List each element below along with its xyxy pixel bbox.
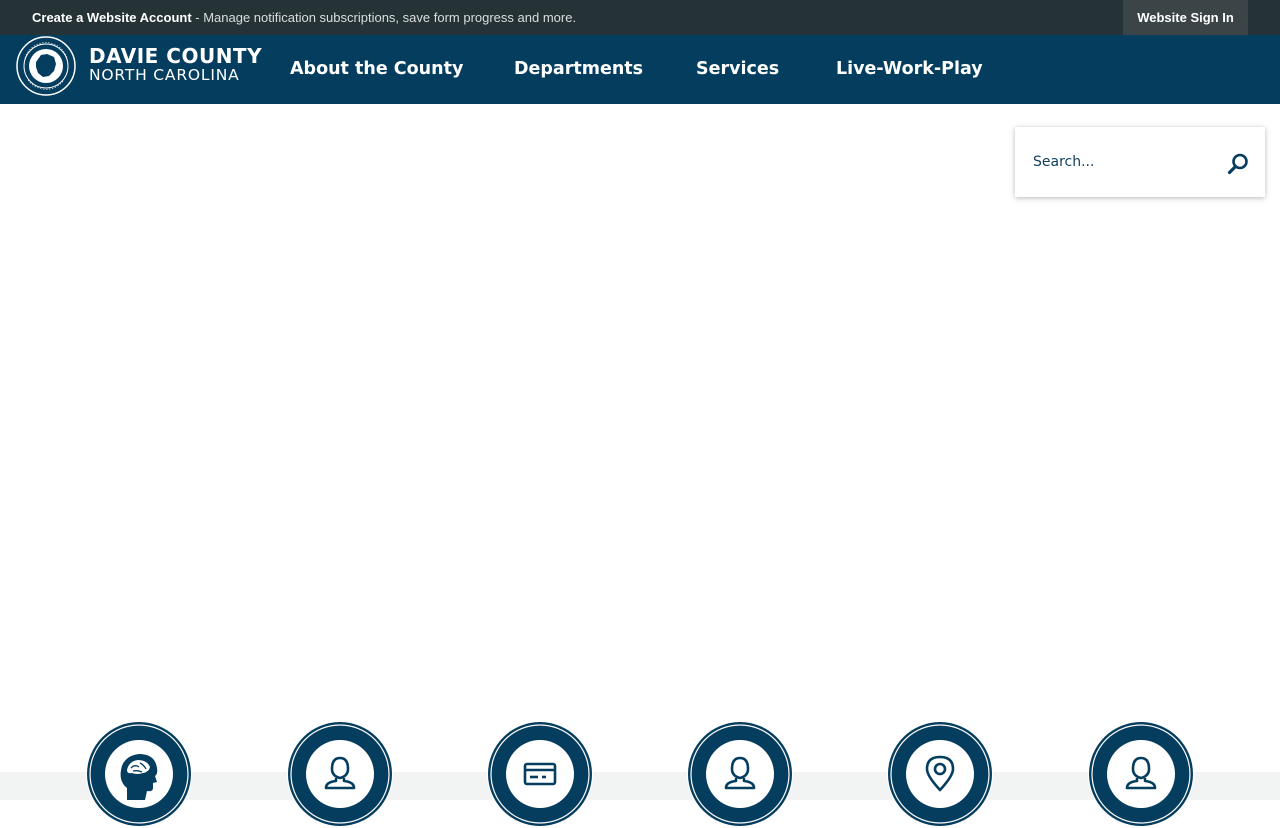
quick-link-person-1[interactable] (286, 720, 394, 828)
nav-item-about-the-county[interactable]: About the County (290, 35, 463, 104)
website-sign-in-button[interactable]: Website Sign In (1123, 0, 1248, 35)
quick-link-location[interactable] (886, 720, 994, 828)
nav-item-departments[interactable]: Departments (514, 35, 643, 104)
brand-name: DAVIE COUNTY (89, 44, 263, 68)
search-box (1015, 127, 1265, 197)
account-notice: Create a Website Account - Manage notifi… (32, 0, 576, 35)
county-seal-logo[interactable] (16, 36, 76, 96)
create-account-link[interactable]: Create a Website Account (32, 10, 192, 25)
quick-link-brain-head[interactable] (85, 720, 193, 828)
site-header: DAVIE COUNTY NORTH CAROLINA About the Co… (0, 35, 1280, 104)
quick-link-payment[interactable] (486, 720, 594, 828)
top-utility-bar: Create a Website Account - Manage notifi… (0, 0, 1280, 35)
nav-item-live-work-play[interactable]: Live-Work-Play (836, 35, 983, 104)
site-brand-link[interactable]: DAVIE COUNTY NORTH CAROLINA (89, 45, 262, 84)
search-input[interactable] (1033, 150, 1213, 174)
brand-state: NORTH CAROLINA (89, 66, 240, 84)
quick-link-person-2[interactable] (686, 720, 794, 828)
search-icon[interactable] (1225, 151, 1251, 177)
nav-item-services[interactable]: Services (696, 35, 779, 104)
account-notice-text: - Manage notification subscriptions, sav… (191, 10, 577, 25)
quick-link-person-3[interactable] (1087, 720, 1195, 828)
